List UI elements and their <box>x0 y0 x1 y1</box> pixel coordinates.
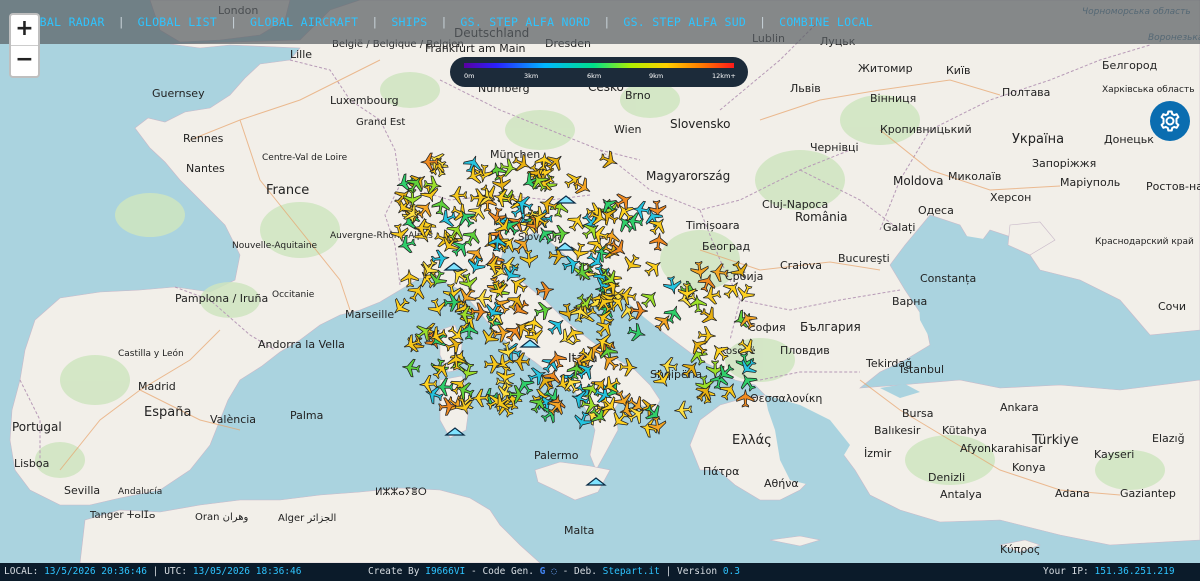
ground-station-icon[interactable] <box>443 262 465 271</box>
nav-separator: | <box>371 15 379 29</box>
aircraft-icon[interactable] <box>435 377 454 397</box>
nav-item-ships[interactable]: SHIPS <box>391 15 427 29</box>
deb-label: - Deb. <box>562 566 597 577</box>
ip-value: 151.36.251.219 <box>1094 566 1175 577</box>
aircraft-icon[interactable] <box>690 260 710 281</box>
aircraft-icon[interactable] <box>474 289 493 308</box>
aircraft-icon[interactable] <box>626 322 648 344</box>
aircraft-icon[interactable] <box>388 294 413 319</box>
aircraft-icon[interactable] <box>551 224 571 244</box>
creator-link[interactable]: I9666VI <box>425 566 465 577</box>
aircraft-icon[interactable] <box>650 367 674 391</box>
nav-item-gs-step-alfa-sud[interactable]: GS. STEP ALFA SUD <box>623 15 746 29</box>
top-navigation-bar: GLOBAL RADAR | GLOBAL LIST | GLOBAL AIRCRAFT… <box>0 0 1200 44</box>
aircraft-icon[interactable] <box>389 222 410 243</box>
gear-icon <box>1160 110 1180 132</box>
aircraft-icon[interactable] <box>449 186 468 205</box>
site-link[interactable]: Stepart.it <box>603 566 660 577</box>
aircraft-icon[interactable] <box>535 281 555 301</box>
aircraft-icon[interactable] <box>735 355 760 380</box>
aircraft-icon[interactable] <box>471 388 490 408</box>
ground-station-icon[interactable] <box>444 427 466 436</box>
nav-item-gs-step-alfa-nord[interactable]: GS. STEP ALFA NORD <box>460 15 590 29</box>
legend-tick: 6km <box>587 72 602 80</box>
local-time-value: 13/5/2026 20:36:46 <box>44 566 148 577</box>
created-by-label: Create By <box>368 566 420 577</box>
google-icon: G <box>539 566 546 577</box>
ip-label: Your IP: <box>1043 566 1089 577</box>
aircraft-icon[interactable] <box>736 370 760 394</box>
aircraft-icon[interactable] <box>511 352 531 371</box>
ground-station-icon[interactable] <box>555 195 577 204</box>
aircraft-icon[interactable] <box>736 389 755 408</box>
utc-time-label: | UTC: <box>152 566 188 577</box>
local-time-label: LOCAL: <box>4 566 39 577</box>
aircraft-icon[interactable] <box>401 358 421 378</box>
zoom-control: + − <box>9 13 40 78</box>
legend-tick: 9km <box>649 72 664 80</box>
aircraft-icon[interactable] <box>674 400 693 420</box>
aircraft-icon[interactable] <box>697 304 721 328</box>
nav-separator: | <box>603 15 611 29</box>
nav-separator: | <box>759 15 767 29</box>
local-time: LOCAL: 13/5/2026 20:36:46 | UTC: 13/05/2… <box>4 563 301 581</box>
aircraft-icon[interactable] <box>618 357 638 377</box>
aircraft-icon[interactable] <box>400 269 419 288</box>
generator-icon: ◌ <box>551 566 557 577</box>
legend-tick: 12km+ <box>712 72 736 80</box>
aircraft-icon[interactable] <box>649 232 669 252</box>
status-footer: LOCAL: 13/5/2026 20:36:46 | UTC: 13/05/2… <box>0 563 1200 581</box>
ip-info: Your IP: 151.36.251.219 <box>1043 563 1175 581</box>
nav-item-combine-local[interactable]: COMBINE LOCAL <box>779 15 873 29</box>
aircraft-icon[interactable] <box>641 255 666 280</box>
legend-tick: 3km <box>524 72 539 80</box>
utc-time-value: 13/05/2026 18:36:46 <box>192 566 302 577</box>
aircraft-icon[interactable] <box>533 299 555 321</box>
aircraft-icon[interactable] <box>519 249 539 269</box>
aircraft-icon[interactable] <box>598 149 621 172</box>
nav-item-global-aircraft[interactable]: GLOBAL AIRCRAFT <box>250 15 358 29</box>
aircraft-icon[interactable] <box>459 321 479 340</box>
aircraft-icon[interactable] <box>492 173 512 194</box>
version-value: 0.3 <box>722 566 740 577</box>
version-label: | Version <box>665 566 718 577</box>
settings-button[interactable] <box>1150 101 1190 141</box>
nav-item-global-list[interactable]: GLOBAL LIST <box>138 15 217 29</box>
altitude-legend: 0m 3km 6km 9km 12km+ <box>450 57 748 87</box>
aircraft-icon[interactable] <box>620 252 644 276</box>
aircraft-icon[interactable] <box>709 263 729 283</box>
nav-separator: | <box>440 15 448 29</box>
credits: Create By I9666VI - Code Gen. G ◌ - Deb.… <box>368 563 740 581</box>
aircraft-icon[interactable] <box>487 161 507 182</box>
aircraft-icon[interactable] <box>728 258 752 282</box>
aircraft-icon[interactable] <box>431 195 451 216</box>
aircraft-icon[interactable] <box>465 254 488 277</box>
zoom-out-button[interactable]: − <box>11 45 38 76</box>
codegen-label: - Code Gen. <box>471 566 534 577</box>
legend-tick: 0m <box>464 72 475 80</box>
aircraft-icon[interactable] <box>484 355 503 374</box>
zoom-in-button[interactable]: + <box>11 15 38 45</box>
aircraft-icon[interactable] <box>510 233 535 258</box>
aircraft-icon[interactable] <box>735 335 760 360</box>
nav-separator: | <box>117 15 125 29</box>
nav-separator: | <box>230 15 238 29</box>
aircraft-icon[interactable] <box>708 340 733 365</box>
altitude-color-scale <box>464 63 734 68</box>
ground-station-icon[interactable] <box>585 477 607 486</box>
aircraft-icon[interactable] <box>447 351 466 371</box>
aircraft-icon[interactable] <box>565 210 589 234</box>
